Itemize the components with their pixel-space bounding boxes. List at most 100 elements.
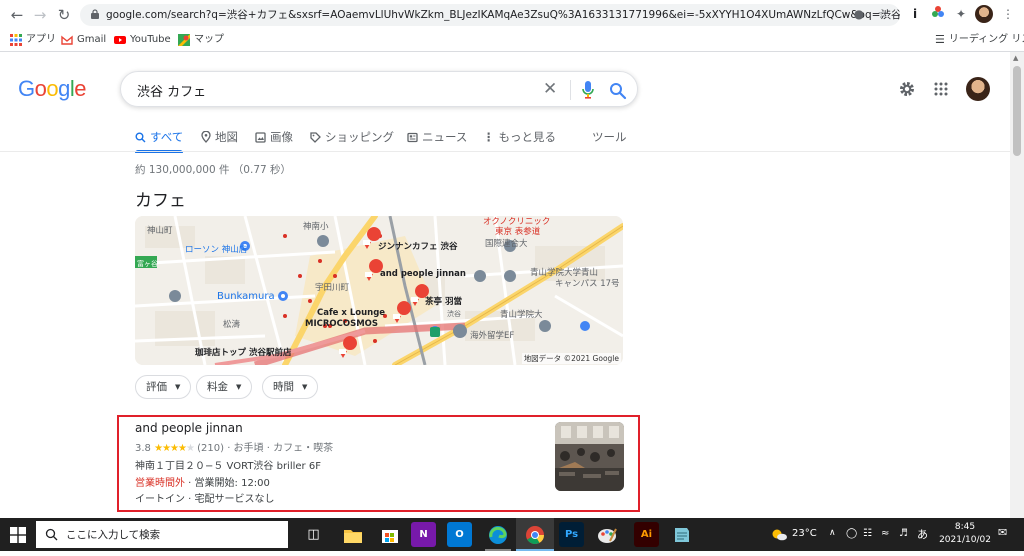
tab-label: もっと見る: [498, 130, 557, 144]
maps-icon: [178, 34, 190, 46]
place-rating-row: 3.8 ★★★★★ (210) · お手頃 · カフェ・喫茶: [135, 439, 333, 454]
microphone-icon[interactable]: [581, 80, 595, 100]
bookmark-label: マップ: [194, 34, 224, 45]
clock-date: 2021/10/02: [939, 535, 991, 545]
tab-tools[interactable]: ツール: [592, 129, 627, 145]
place-name[interactable]: and people jinnan: [135, 421, 243, 435]
local-results-title: カフェ: [135, 191, 186, 211]
bookmark-gmail[interactable]: Gmail: [61, 30, 106, 50]
bookmarks-bar: アプリ Gmail YouTube マップ ☰ リーディング リスト: [0, 30, 1024, 50]
account-avatar[interactable]: [966, 77, 990, 101]
map-label: 宇田川町: [315, 283, 350, 293]
google-logo[interactable]: Google: [18, 76, 87, 102]
search-icon: [135, 132, 146, 142]
bookmark-maps[interactable]: マップ: [178, 30, 224, 50]
gmail-icon: [61, 35, 73, 45]
ime-mode[interactable]: あ: [917, 526, 928, 542]
chrome-menu-icon[interactable]: ⋮: [999, 5, 1017, 23]
chip-label: 料金: [207, 381, 228, 393]
local-result-card[interactable]: and people jinnan 3.8 ★★★★★ (210) · お手頃 …: [117, 415, 640, 512]
system-clock[interactable]: 8:45 2021/10/02: [935, 521, 995, 547]
tab-maps[interactable]: 地図: [201, 129, 238, 145]
extension-i-icon[interactable]: i: [906, 5, 924, 23]
settings-gear-icon[interactable]: [898, 80, 916, 98]
youtube-icon: [114, 36, 126, 44]
reading-list-button[interactable]: ☰ リーディング リスト: [935, 30, 1024, 50]
notification-center-icon[interactable]: ✉: [998, 526, 1007, 539]
weather-temperature[interactable]: 23°C: [792, 528, 817, 539]
filter-hours-chip[interactable]: 時間 ▼: [262, 375, 319, 399]
illustrator-icon[interactable]: Ai: [634, 522, 659, 547]
profile-avatar-icon[interactable]: [975, 5, 993, 23]
edge-icon[interactable]: [485, 522, 510, 547]
taskbar-search-box[interactable]: ここに入力して検索: [36, 521, 288, 548]
network-icon[interactable]: ☷: [863, 528, 872, 539]
map-label: 東京 表参道: [495, 227, 541, 237]
file-explorer-icon[interactable]: [340, 522, 365, 547]
onenote-icon[interactable]: N: [411, 522, 436, 547]
star-icon: ★: [154, 443, 163, 454]
open-status: 営業時間外: [135, 478, 185, 489]
bookmark-star-icon[interactable]: ☆: [874, 5, 892, 23]
chevron-up-icon[interactable]: ∧: [829, 528, 836, 538]
search-box[interactable]: 渋谷 カフェ ✕: [120, 71, 638, 107]
tab-label: ショッピング: [325, 130, 394, 144]
chrome-icon[interactable]: [522, 522, 547, 547]
clear-icon[interactable]: ✕: [543, 79, 557, 99]
lock-icon: [91, 9, 99, 19]
back-icon[interactable]: ←: [8, 6, 26, 24]
browser-toolbar: ← → ↻ google.com/search?q=渋谷+カフェ&sxsrf=A…: [0, 0, 1024, 52]
scroll-up-icon[interactable]: ▲: [1013, 54, 1018, 62]
tab-more[interactable]: ⋮ もっと見る: [483, 129, 556, 145]
tab-images[interactable]: 画像: [255, 129, 293, 145]
search-icon[interactable]: [609, 80, 627, 100]
task-view-icon[interactable]: ◫: [301, 522, 326, 547]
star-icon: ★: [162, 443, 171, 454]
tabs-divider: [0, 151, 1010, 152]
map-label: 神山町: [147, 226, 173, 236]
map-label: 富ヶ谷: [137, 260, 158, 268]
map-attribution: 地図データ ©2021 Google: [521, 353, 621, 364]
meet-now-icon[interactable]: ◯: [846, 528, 857, 539]
tab-all[interactable]: すべて: [135, 129, 183, 145]
local-map[interactable]: 神山町 神南小 オクノクリニック 東京 表参道 ローソン 神山店 ジンナンカフェ…: [135, 216, 623, 365]
weather-sun-icon: [772, 529, 787, 541]
clock-time: 8:45: [954, 522, 976, 532]
tab-shopping[interactable]: ショッピング: [310, 129, 394, 145]
outlook-icon[interactable]: O: [447, 522, 472, 547]
photoshop-icon[interactable]: Ps: [559, 522, 584, 547]
scroll-thumb[interactable]: [1013, 66, 1021, 156]
page-scrollbar[interactable]: ▲: [1010, 52, 1024, 518]
google-apps-icon[interactable]: [934, 82, 948, 96]
tab-news[interactable]: ニュース: [407, 129, 467, 145]
place-photo[interactable]: [555, 422, 624, 491]
star-icon: ★: [185, 443, 195, 454]
map-label: キャンパス 17号: [555, 279, 620, 289]
filter-price-chip[interactable]: 料金 ▼: [196, 375, 253, 399]
bookmark-apps[interactable]: アプリ: [10, 30, 56, 50]
filter-rating-chip[interactable]: 評価 ▼: [135, 375, 192, 399]
map-pin-icon: [201, 131, 211, 143]
windows-start-icon[interactable]: [10, 527, 26, 543]
map-label: 海外留学EF: [470, 331, 515, 341]
map-label: Bunkamura: [217, 291, 275, 302]
wifi-icon[interactable]: ≈: [881, 528, 889, 539]
map-label: 渋谷: [447, 310, 461, 318]
reload-icon[interactable]: ↻: [55, 6, 73, 24]
map-label: Cafe x Lounge: [317, 308, 386, 318]
store-icon[interactable]: [377, 522, 402, 547]
notepad-icon[interactable]: [669, 522, 694, 547]
paint-icon[interactable]: [594, 522, 619, 547]
tab-label: ツール: [592, 130, 627, 144]
color-wheel-icon[interactable]: [929, 5, 947, 23]
bookmark-label: アプリ: [26, 34, 56, 45]
bookmark-youtube[interactable]: YouTube: [114, 30, 171, 50]
search-input[interactable]: 渋谷 カフェ: [137, 81, 206, 100]
address-bar[interactable]: google.com/search?q=渋谷+カフェ&sxsrf=AOaemvL…: [80, 4, 900, 26]
volume-icon[interactable]: ♬: [899, 528, 908, 539]
forward-icon[interactable]: →: [31, 6, 49, 24]
location-pin-icon[interactable]: ●: [850, 5, 868, 23]
puzzle-extensions-icon[interactable]: ✦: [952, 5, 970, 23]
tab-label: ニュース: [422, 130, 468, 144]
rating-value: 3.8: [135, 443, 151, 454]
